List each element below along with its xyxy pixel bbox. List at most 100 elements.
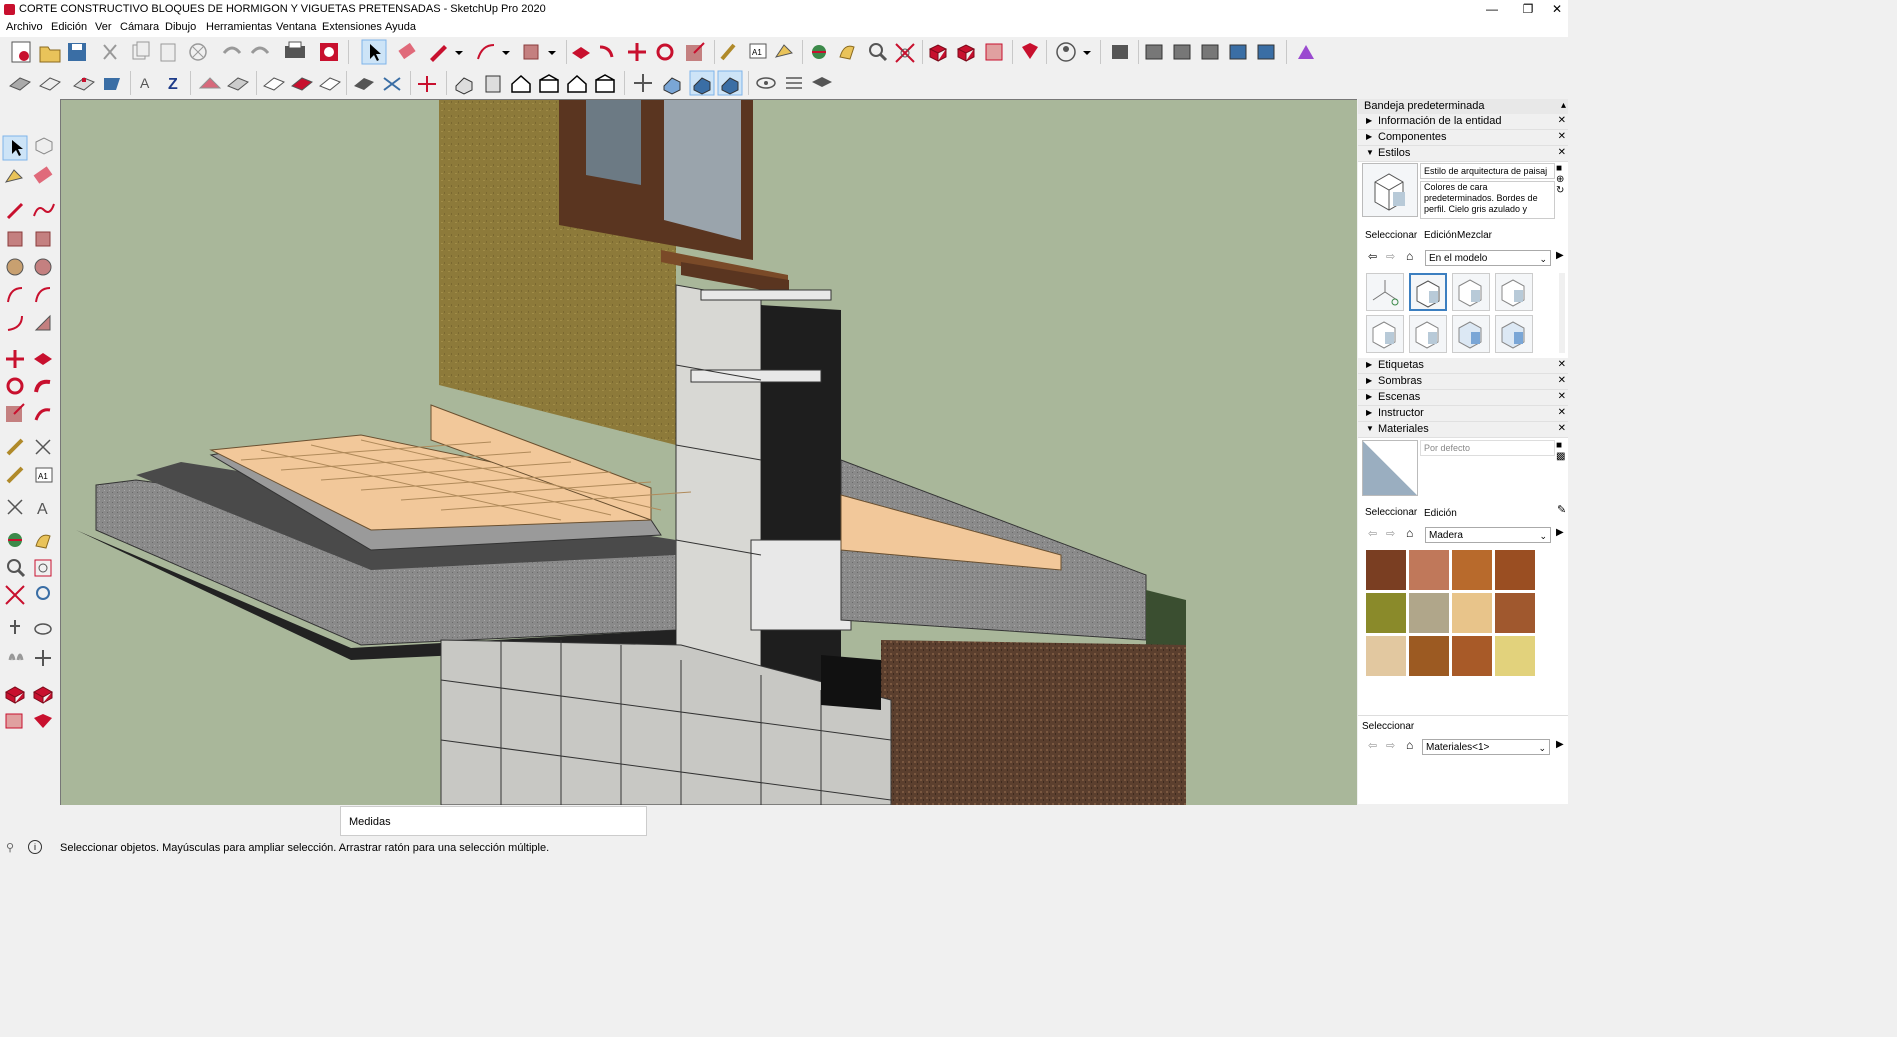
three-point-arc-left-icon[interactable] — [7, 315, 23, 331]
menu-edicion[interactable]: Edición — [51, 21, 87, 33]
3d-warehouse-icon[interactable] — [928, 44, 948, 62]
section-components[interactable]: ▶ Componentes ✕ — [1358, 130, 1568, 146]
tab-mezclar-styles[interactable]: Mezclar — [1457, 230, 1492, 241]
restore-button[interactable]: ❐ — [1510, 0, 1546, 19]
union-icon[interactable] — [319, 77, 341, 91]
measurements-box[interactable]: Medidas — [340, 806, 647, 836]
arc-left-icon[interactable] — [7, 287, 23, 303]
photo-match-icon[interactable] — [104, 78, 120, 90]
orbit-left-icon[interactable] — [8, 533, 22, 547]
style-thumb-selected[interactable] — [1409, 273, 1447, 311]
soften-edges-icon[interactable] — [227, 77, 249, 91]
warehouse-left-icon[interactable] — [4, 686, 26, 704]
outer-shell-icon[interactable] — [263, 77, 285, 91]
extension-warehouse-icon[interactable] — [956, 44, 976, 62]
pin-icon[interactable]: ▴ — [1561, 100, 1566, 111]
erase-icon[interactable] — [189, 43, 207, 61]
info-icon[interactable]: i — [28, 840, 42, 854]
details-icon[interactable]: ▶ — [1556, 739, 1564, 750]
text-icon[interactable]: A1 — [749, 43, 767, 59]
menu-ayuda[interactable]: Ayuda — [385, 21, 416, 33]
style-side-icons[interactable]: ■ ⊕ ↻ — [1556, 163, 1566, 213]
menu-ver[interactable]: Ver — [95, 21, 112, 33]
style-description[interactable]: Colores de cara predeterminados. Bordes … — [1420, 181, 1555, 219]
material-swatch[interactable] — [1495, 636, 1535, 676]
user-account-icon[interactable] — [1056, 42, 1076, 62]
details-icon[interactable]: ▶ — [1556, 250, 1564, 261]
tape-left-icon[interactable] — [6, 438, 24, 456]
material-swatch[interactable] — [1366, 636, 1406, 676]
rotated-rectangle-left-icon[interactable] — [35, 231, 51, 247]
close-section-icon[interactable]: ✕ — [1558, 423, 1566, 434]
left-view-icon[interactable] — [595, 74, 615, 93]
zoom-left-icon[interactable] — [7, 559, 26, 578]
style-thumb[interactable] — [1366, 273, 1404, 311]
zoom-extents-icon[interactable] — [895, 43, 915, 63]
3d-viewport[interactable] — [60, 99, 1357, 805]
section-entity-info[interactable]: ▶ Información de la entidad ✕ — [1358, 114, 1568, 130]
rectangle-icon[interactable] — [523, 44, 539, 60]
push-pull-left-icon[interactable] — [34, 353, 52, 365]
fog-icon[interactable] — [383, 77, 401, 91]
sliders-icon[interactable] — [786, 77, 802, 89]
rotate-left-icon[interactable] — [6, 377, 24, 395]
move-icon[interactable] — [628, 43, 646, 61]
box-icon[interactable] — [39, 77, 61, 91]
view-back-icon[interactable] — [1257, 44, 1275, 60]
extension-manager-icon[interactable] — [1022, 43, 1038, 59]
tab-edicion-materials[interactable]: Edición — [1424, 508, 1457, 519]
freehand-left-icon[interactable] — [33, 203, 55, 217]
zoom-icon[interactable] — [869, 43, 888, 62]
material-swatch[interactable] — [1452, 550, 1492, 590]
protractor-left-icon[interactable] — [6, 466, 24, 484]
rotate-icon[interactable] — [656, 43, 674, 61]
menu-dibujo[interactable]: Dibujo — [165, 21, 196, 33]
eraser-icon[interactable] — [398, 42, 416, 60]
material-swatch[interactable] — [1409, 636, 1449, 676]
material-swatch[interactable] — [1452, 636, 1492, 676]
eye-icon[interactable] — [756, 77, 776, 89]
previous-view-left-icon[interactable] — [36, 586, 50, 600]
home-icon[interactable]: ⌂ — [1406, 526, 1413, 540]
section-shadows[interactable]: ▶ Sombras ✕ — [1358, 374, 1568, 390]
ext-warehouse-left-icon[interactable] — [32, 686, 54, 704]
model-materials-dropdown[interactable]: Materiales<1> ⌄ — [1422, 739, 1550, 755]
minimize-button[interactable]: — — [1474, 0, 1510, 19]
style-thumb[interactable] — [1409, 315, 1447, 353]
details-icon[interactable]: ▶ — [1556, 527, 1564, 538]
paint-bucket-icon[interactable] — [774, 44, 793, 58]
material-swatch[interactable] — [1409, 593, 1449, 633]
orbit-icon[interactable] — [812, 45, 826, 59]
3d-text-left-icon[interactable]: A — [37, 501, 48, 518]
close-button[interactable]: ✕ — [1546, 0, 1568, 19]
cut-icon[interactable] — [103, 44, 117, 60]
line-left-icon[interactable] — [6, 202, 24, 220]
close-section-icon[interactable]: ✕ — [1558, 131, 1566, 142]
pan-icon[interactable] — [839, 45, 855, 60]
offset-left-icon[interactable] — [34, 408, 51, 421]
style-thumb[interactable] — [1452, 315, 1490, 353]
tape-measure-icon[interactable] — [720, 43, 736, 61]
back-arrow-icon[interactable]: ⇦ — [1368, 250, 1377, 263]
forward-arrow-icon[interactable]: ⇨ — [1386, 250, 1395, 263]
pan-left-icon[interactable] — [35, 534, 51, 549]
front-view-house-icon[interactable] — [511, 74, 531, 93]
section-plane-left-icon[interactable] — [35, 650, 51, 666]
section-plane-icon[interactable] — [198, 77, 222, 89]
style-name-field[interactable]: Estilo de arquitectura de paisaj — [1420, 163, 1555, 179]
back-arrow-icon[interactable]: ⇦ — [1368, 739, 1377, 752]
xray-icon[interactable] — [634, 74, 652, 92]
tab-edicion-styles[interactable]: Edición — [1424, 230, 1457, 241]
print-icon[interactable] — [285, 41, 305, 58]
section-materials[interactable]: ▼ Materiales ✕ — [1358, 422, 1568, 438]
follow-me-icon[interactable] — [599, 45, 614, 58]
follow-me-left-icon[interactable] — [34, 379, 51, 393]
back-view-icon[interactable] — [567, 74, 587, 93]
tab-seleccionar-materials[interactable]: Seleccionar — [1365, 507, 1417, 518]
z-axis-icon[interactable]: Z — [168, 76, 178, 93]
view-top-icon[interactable] — [1173, 44, 1191, 60]
new-file-icon[interactable] — [11, 41, 31, 63]
3d-text-icon[interactable] — [73, 77, 95, 91]
view-iso-icon[interactable] — [1145, 44, 1163, 60]
material-swatch[interactable] — [1495, 550, 1535, 590]
